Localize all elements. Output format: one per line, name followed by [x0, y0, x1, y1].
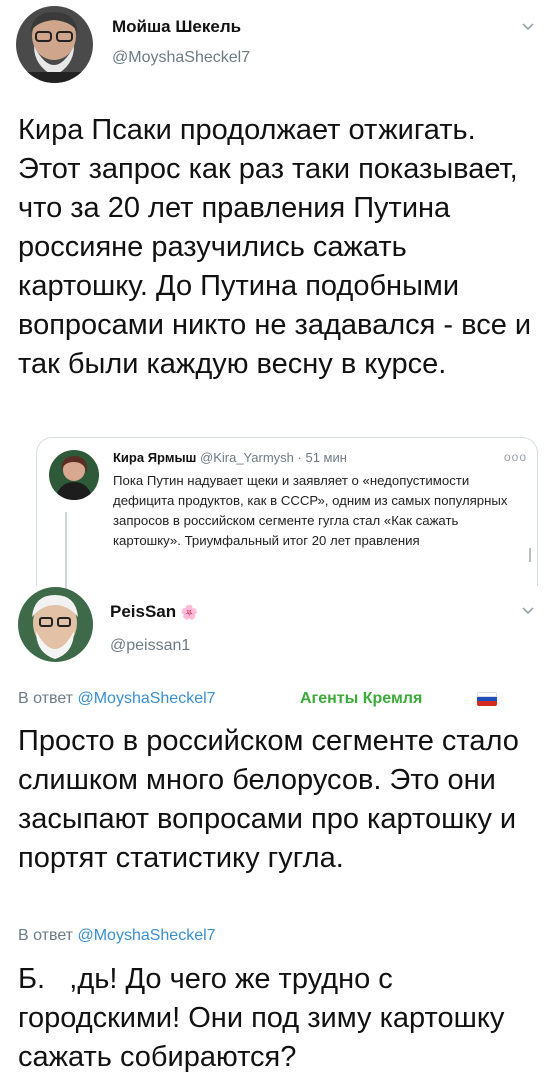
second-reply-text: Б. ,дь! До чего же трудно с городскими! …: [18, 963, 513, 1073]
tweet-text: Кира Псаки продолжает отжигать. Этот зап…: [18, 114, 532, 380]
quoted-author-handle[interactable]: @Kira_Yarmysh: [200, 450, 294, 465]
quoted-header: Кира Ярмыш @Kira_Yarmysh · 51 мин: [113, 450, 347, 465]
author-handle[interactable]: @MoyshaSheckel7: [112, 49, 250, 67]
group-label[interactable]: Агенты Кремля: [300, 690, 422, 708]
reply-text: Просто в российском сегменте стало слишк…: [18, 725, 519, 874]
reply-prefix: В ответ: [18, 690, 74, 707]
author-name[interactable]: Мойша Шекель: [112, 17, 241, 37]
thread-line: [65, 512, 67, 597]
quoted-tweet-card[interactable]: Кира Ярмыш @Kira_Yarmysh · 51 мин ooo По…: [36, 437, 538, 586]
chevron-down-icon[interactable]: [521, 20, 535, 34]
scroll-indicator: [529, 548, 531, 562]
reply-author-label: PeisSan: [110, 602, 177, 621]
flower-emoji: 🌸: [180, 604, 199, 620]
reply-author-handle[interactable]: @peissan1: [110, 637, 190, 655]
second-reply-prefix: В ответ: [18, 927, 74, 944]
second-reply-to-link[interactable]: @MoyshaSheckel7: [77, 927, 215, 944]
more-icon[interactable]: ooo: [504, 450, 527, 464]
reply-context: В ответ @MoyshaSheckel7: [18, 690, 216, 708]
reply-to-link[interactable]: @MoyshaSheckel7: [77, 690, 215, 707]
flag-icon: [477, 692, 497, 706]
quoted-text: Пока Путин надувает щеки и заявляет о «н…: [113, 473, 508, 548]
quoted-time: 51 мин: [305, 450, 347, 465]
quoted-author-name[interactable]: Кира Ярмыш: [113, 450, 196, 465]
avatar-kira: [49, 450, 99, 500]
reply-author-name[interactable]: PeisSan 🌸: [110, 602, 198, 622]
avatar-moysha[interactable]: [16, 6, 93, 83]
chevron-down-icon[interactable]: [521, 604, 535, 618]
second-reply-context: В ответ @MoyshaSheckel7: [18, 927, 216, 945]
avatar-peissan[interactable]: [18, 587, 93, 662]
